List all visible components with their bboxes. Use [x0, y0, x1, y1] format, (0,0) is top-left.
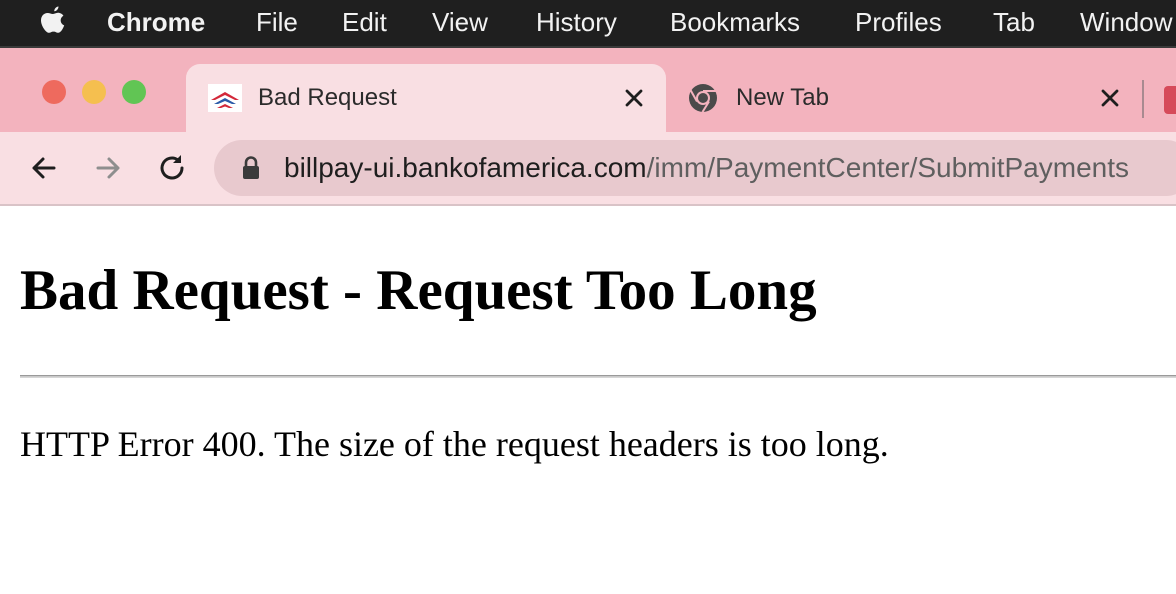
window-top-edge: [0, 46, 1176, 48]
menu-view[interactable]: View: [432, 7, 488, 37]
close-tab-icon[interactable]: [622, 86, 646, 110]
apple-logo-icon[interactable]: [38, 5, 68, 39]
tab-title: Bad Request: [258, 84, 397, 111]
close-window-button[interactable]: [42, 80, 66, 104]
macos-menu-bar: Chrome File Edit View History Bookmarks …: [0, 0, 1176, 46]
address-bar[interactable]: billpay-ui.bankofamerica.com/imm/Payment…: [214, 140, 1176, 196]
menu-edit[interactable]: Edit: [342, 7, 387, 37]
close-tab-icon[interactable]: [1098, 86, 1122, 110]
menu-app-name[interactable]: Chrome: [107, 7, 205, 37]
back-arrow-icon[interactable]: [26, 150, 62, 186]
bank-of-america-icon: [208, 84, 242, 112]
tab-strip: Bad Request New Tab: [0, 46, 1176, 132]
horizontal-rule: [20, 375, 1176, 378]
next-tab-favicon[interactable]: [1164, 86, 1176, 114]
menu-bookmarks[interactable]: Bookmarks: [670, 7, 800, 37]
chrome-icon: [689, 84, 717, 113]
menu-window[interactable]: Window: [1080, 7, 1172, 37]
page-content: Bad Request - Request Too Long HTTP Erro…: [0, 206, 1176, 594]
minimize-window-button[interactable]: [82, 80, 106, 104]
tab-bad-request[interactable]: Bad Request: [186, 64, 666, 132]
menu-tab[interactable]: Tab: [993, 7, 1035, 37]
browser-toolbar: billpay-ui.bankofamerica.com/imm/Payment…: [0, 132, 1176, 204]
url-host: billpay-ui.bankofamerica.com: [284, 152, 647, 183]
menu-history[interactable]: History: [536, 7, 617, 37]
lock-icon[interactable]: [240, 155, 262, 181]
menu-file[interactable]: File: [256, 7, 298, 37]
url-text: billpay-ui.bankofamerica.com/imm/Payment…: [284, 153, 1129, 183]
forward-arrow-icon[interactable]: [90, 150, 126, 186]
tab-title: New Tab: [736, 84, 829, 111]
zoom-window-button[interactable]: [122, 80, 146, 104]
menu-profiles[interactable]: Profiles: [855, 7, 942, 37]
error-message: HTTP Error 400. The size of the request …: [20, 424, 889, 464]
page-title: Bad Request - Request Too Long: [20, 259, 817, 322]
tab-separator: [1142, 80, 1144, 118]
tab-new-tab[interactable]: New Tab: [666, 64, 1142, 132]
reload-icon[interactable]: [154, 150, 190, 186]
url-path: /imm/PaymentCenter/SubmitPayments: [646, 152, 1129, 183]
